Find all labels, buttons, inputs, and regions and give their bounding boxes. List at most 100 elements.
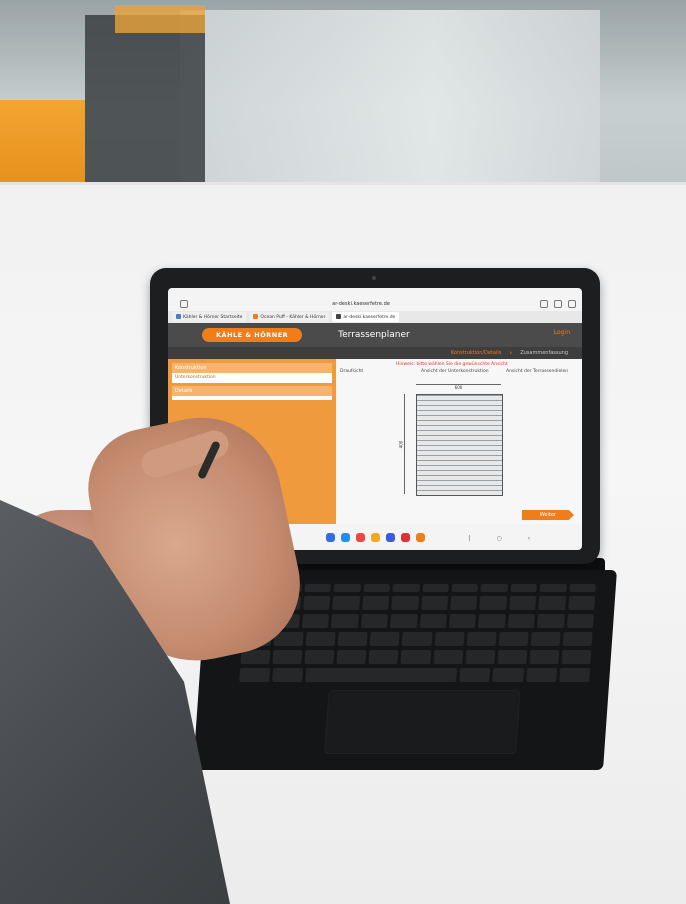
trackpad[interactable]: [324, 690, 521, 754]
key[interactable]: [459, 668, 491, 682]
favicon-icon: [176, 314, 181, 319]
key[interactable]: [537, 614, 565, 628]
key[interactable]: [450, 596, 478, 610]
key[interactable]: [479, 596, 507, 610]
key[interactable]: [478, 614, 506, 628]
key[interactable]: [448, 614, 477, 628]
key[interactable]: [240, 650, 271, 664]
app-icon[interactable]: [385, 532, 395, 542]
key[interactable]: [360, 614, 389, 628]
step-summary[interactable]: Zusammenfassung: [512, 350, 576, 356]
key[interactable]: [421, 584, 449, 592]
app-icon[interactable]: [370, 532, 380, 542]
panel-heading[interactable]: Konstruktion: [172, 363, 332, 373]
key[interactable]: [567, 596, 596, 610]
key[interactable]: [465, 650, 496, 664]
key[interactable]: [466, 632, 497, 646]
key[interactable]: [508, 596, 537, 610]
browser-url-bar[interactable]: ar-deski.kaeserfetre.de: [168, 297, 582, 311]
background-shelf: [180, 10, 600, 200]
key[interactable]: [239, 668, 271, 682]
key[interactable]: [525, 668, 557, 682]
back-icon[interactable]: [180, 300, 188, 308]
app-header: KÄHLE & HÖRNER Terrassenplaner Login: [168, 323, 582, 347]
key[interactable]: [304, 650, 335, 664]
key[interactable]: [337, 632, 369, 646]
login-link[interactable]: Login: [554, 329, 570, 336]
key[interactable]: [305, 632, 336, 646]
key[interactable]: [529, 650, 560, 664]
view-option-top[interactable]: Draufsicht: [340, 369, 363, 374]
key[interactable]: [562, 632, 593, 646]
key[interactable]: [510, 584, 538, 592]
key[interactable]: [451, 584, 479, 592]
panel-body[interactable]: Unterkonstruktion: [172, 373, 332, 383]
key[interactable]: [303, 596, 331, 610]
key[interactable]: [498, 632, 529, 646]
brand-logo[interactable]: KÄHLE & HÖRNER: [202, 328, 303, 342]
dimension-depth: 400: [398, 394, 411, 494]
key[interactable]: [530, 632, 561, 646]
share-icon[interactable]: [554, 300, 562, 308]
deck-drawing: [416, 394, 503, 496]
key[interactable]: [336, 650, 367, 664]
key[interactable]: [272, 668, 304, 682]
key[interactable]: [301, 614, 330, 628]
key[interactable]: [480, 584, 508, 592]
key[interactable]: [432, 650, 464, 664]
panel-heading[interactable]: Details: [172, 386, 332, 396]
app-icon[interactable]: [400, 532, 410, 542]
app-icon[interactable]: [340, 532, 350, 542]
key[interactable]: [391, 596, 419, 610]
key[interactable]: [272, 650, 303, 664]
key[interactable]: [420, 596, 449, 610]
browser-tab-active[interactable]: ar-deski.kaeserfetre.de: [332, 312, 400, 322]
step-details[interactable]: Konstruktion/Details: [443, 350, 510, 356]
key[interactable]: [392, 584, 420, 592]
key[interactable]: [304, 584, 332, 592]
dimension-width: 600: [416, 384, 501, 391]
key[interactable]: [361, 596, 390, 610]
browser-tab[interactable]: Kähler & Hörner Startseite: [172, 312, 247, 322]
key[interactable]: [363, 584, 391, 592]
key[interactable]: [370, 632, 401, 646]
status-bar: [168, 288, 582, 297]
view-option-boards[interactable]: Ansicht der Terrassendielen: [506, 369, 568, 374]
background-orange-object: [115, 5, 205, 33]
url-text[interactable]: ar-deski.kaeserfetre.de: [188, 301, 534, 307]
app-icon[interactable]: [325, 532, 335, 542]
key[interactable]: [331, 614, 359, 628]
key[interactable]: [419, 614, 447, 628]
key[interactable]: [390, 614, 418, 628]
key[interactable]: [566, 614, 594, 628]
key[interactable]: [332, 596, 360, 610]
key[interactable]: [492, 668, 524, 682]
key[interactable]: [559, 668, 591, 682]
key[interactable]: [434, 632, 465, 646]
system-nav-buttons[interactable]: | ○ ‹: [469, 535, 542, 542]
key[interactable]: [538, 596, 566, 610]
camera-icon: [372, 276, 376, 280]
browser-tab[interactable]: Ocean Puff - Kähler & Hörner: [249, 312, 330, 322]
step-navigation: Konstruktion/Details › Zusammenfassung: [168, 347, 582, 359]
deck-preview: Hinweis: bitte wählen Sie die gewünschte…: [336, 359, 582, 524]
panel-body: [172, 396, 332, 400]
key[interactable]: [368, 650, 399, 664]
key[interactable]: [333, 584, 361, 592]
app-icon[interactable]: [355, 532, 365, 542]
key[interactable]: [400, 650, 431, 664]
reload-icon[interactable]: [540, 300, 548, 308]
next-button[interactable]: Weiter: [521, 510, 574, 520]
key[interactable]: [507, 614, 536, 628]
favicon-icon: [253, 314, 259, 319]
tabs-icon[interactable]: [568, 300, 576, 308]
view-option-substructure[interactable]: Ansicht der Unterkonstruktion: [421, 369, 489, 374]
key[interactable]: [402, 632, 433, 646]
space-key[interactable]: [305, 668, 458, 682]
key[interactable]: [539, 584, 567, 592]
sidebar-panel-details: Details: [172, 386, 332, 400]
key[interactable]: [497, 650, 528, 664]
app-icon[interactable]: [415, 532, 425, 542]
key[interactable]: [561, 650, 592, 664]
key[interactable]: [569, 584, 597, 592]
